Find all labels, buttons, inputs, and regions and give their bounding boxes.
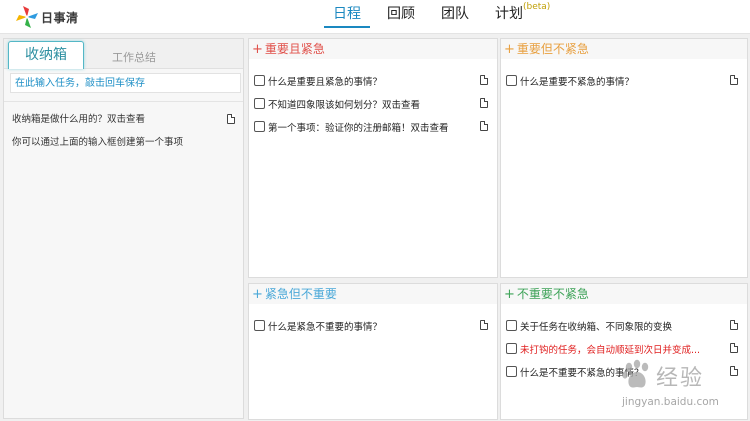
document-icon[interactable] [480, 320, 488, 330]
quadrant-urgent-not-important: + 紧急但不重要 什么是紧急不重要的事情？ [248, 283, 498, 420]
task-text: 什么是不重要不紧急的事情？ [520, 367, 644, 379]
task-item[interactable]: 关于任务在收纳箱、不同象限的变换 [501, 314, 747, 337]
tab-inbox[interactable]: 收纳箱 [8, 41, 84, 69]
nav-schedule-label: 日程 [333, 6, 361, 22]
plus-icon[interactable]: + [504, 42, 515, 57]
task-text-overdue: 未打钩的任务，会自动顺延到次日并变成... [520, 344, 701, 356]
plus-icon[interactable]: + [504, 287, 515, 302]
task-item[interactable]: 未打钩的任务，会自动顺延到次日并变成... [501, 337, 747, 360]
task-checkbox[interactable] [254, 121, 265, 132]
inbox-item[interactable]: 你可以通过上面的输入框创建第一个事项 [4, 131, 243, 154]
inbox-item[interactable]: 收纳箱是做什么用的？双击查看 [4, 108, 243, 131]
task-text: 关于任务在收纳箱、不同象限的变换 [520, 321, 673, 333]
top-bar: 日事清 日程 回顾 团队 计划(beta) [0, 0, 750, 34]
quadrant-title: 不重要不紧急 [516, 287, 589, 301]
app-logo[interactable]: 日事清 [14, 5, 79, 29]
document-icon[interactable] [480, 98, 488, 108]
task-item[interactable]: 第一个事项：验证你的注册邮箱！双击查看 [249, 115, 497, 138]
nav-review-label: 回顾 [387, 6, 415, 22]
inbox-panel: 收纳箱 工作总结 收纳箱是做什么用的？双击查看 你可以通过上面的输入框创建第一个… [3, 38, 244, 419]
task-text: 第一个事项：验证你的注册邮箱！双击查看 [268, 122, 449, 134]
task-checkbox[interactable] [506, 366, 517, 377]
inbox-item-text: 你可以通过上面的输入框创建第一个事项 [12, 137, 184, 148]
inbox-task-input[interactable] [10, 73, 241, 93]
task-item[interactable]: 什么是紧急不重要的事情？ [249, 314, 497, 337]
task-text: 不知道四象限该如何划分？双击查看 [268, 99, 421, 111]
task-text: 什么是紧急不重要的事情？ [268, 321, 383, 333]
task-item[interactable]: 什么是重要不紧急的事情？ [501, 69, 747, 92]
task-list: 关于任务在收纳箱、不同象限的变换 未打钩的任务，会自动顺延到次日并变成... 什… [501, 304, 747, 383]
task-checkbox[interactable] [254, 75, 265, 86]
task-checkbox[interactable] [506, 75, 517, 86]
nav-plan-label: 计划 [495, 6, 523, 22]
beta-badge: (beta) [523, 2, 551, 12]
nav-schedule[interactable]: 日程 [320, 0, 374, 34]
document-icon[interactable] [730, 75, 738, 85]
inbox-tabs: 收纳箱 工作总结 [4, 39, 243, 69]
task-list: 什么是重要不紧急的事情？ [501, 59, 747, 92]
task-item[interactable]: 不知道四象限该如何划分？双击查看 [249, 92, 497, 115]
document-icon[interactable] [480, 75, 488, 85]
quadrant-header[interactable]: + 紧急但不重要 [249, 284, 497, 304]
tab-work-summary[interactable]: 工作总结 [94, 45, 174, 71]
app-name: 日事清 [41, 10, 79, 25]
quadrant-header[interactable]: + 重要但不紧急 [501, 39, 747, 59]
task-checkbox[interactable] [254, 320, 265, 331]
plus-icon[interactable]: + [252, 287, 263, 302]
nav-review[interactable]: 回顾 [374, 0, 428, 34]
document-icon[interactable] [730, 320, 738, 330]
nav-team[interactable]: 团队 [428, 0, 482, 34]
task-item[interactable]: 什么是重要且紧急的事情？ [249, 69, 497, 92]
task-checkbox[interactable] [506, 320, 517, 331]
quadrant-title: 重要但不紧急 [516, 42, 589, 56]
inbox-list: 收纳箱是做什么用的？双击查看 你可以通过上面的输入框创建第一个事项 [4, 108, 243, 154]
task-checkbox[interactable] [254, 98, 265, 109]
nav-team-label: 团队 [441, 6, 469, 22]
task-list: 什么是紧急不重要的事情？ [249, 304, 497, 337]
document-icon[interactable] [480, 121, 488, 131]
task-list: 什么是重要且紧急的事情？ 不知道四象限该如何划分？双击查看 第一个事项：验证你的… [249, 59, 497, 138]
quadrant-header[interactable]: + 重要且紧急 [249, 39, 497, 59]
pinwheel-logo-icon [16, 6, 38, 28]
plus-icon[interactable]: + [252, 42, 263, 57]
quadrant-title: 紧急但不重要 [264, 287, 337, 301]
nav-plan[interactable]: 计划(beta) [482, 0, 563, 34]
task-text: 什么是重要不紧急的事情？ [520, 76, 635, 88]
task-text: 什么是重要且紧急的事情？ [268, 76, 383, 88]
quadrant-not-important-not-urgent: + 不重要不紧急 关于任务在收纳箱、不同象限的变换 未打钩的任务，会自动顺延到次日… [500, 283, 748, 420]
document-icon[interactable] [227, 114, 235, 124]
quadrant-header[interactable]: + 不重要不紧急 [501, 284, 747, 304]
inbox-item-text: 收纳箱是做什么用的？双击查看 [12, 114, 146, 125]
main-nav: 日程 回顾 团队 计划(beta) [320, 0, 563, 34]
task-item[interactable]: 什么是不重要不紧急的事情？ [501, 360, 747, 383]
divider [4, 101, 243, 102]
document-icon[interactable] [730, 343, 738, 353]
quadrant-important-urgent: + 重要且紧急 什么是重要且紧急的事情？ 不知道四象限该如何划分？双击查看 第一个… [248, 38, 498, 278]
document-icon[interactable] [730, 366, 738, 376]
quadrant-important-not-urgent: + 重要但不紧急 什么是重要不紧急的事情？ [500, 38, 748, 278]
quadrant-title: 重要且紧急 [264, 42, 325, 56]
task-checkbox[interactable] [506, 343, 517, 354]
